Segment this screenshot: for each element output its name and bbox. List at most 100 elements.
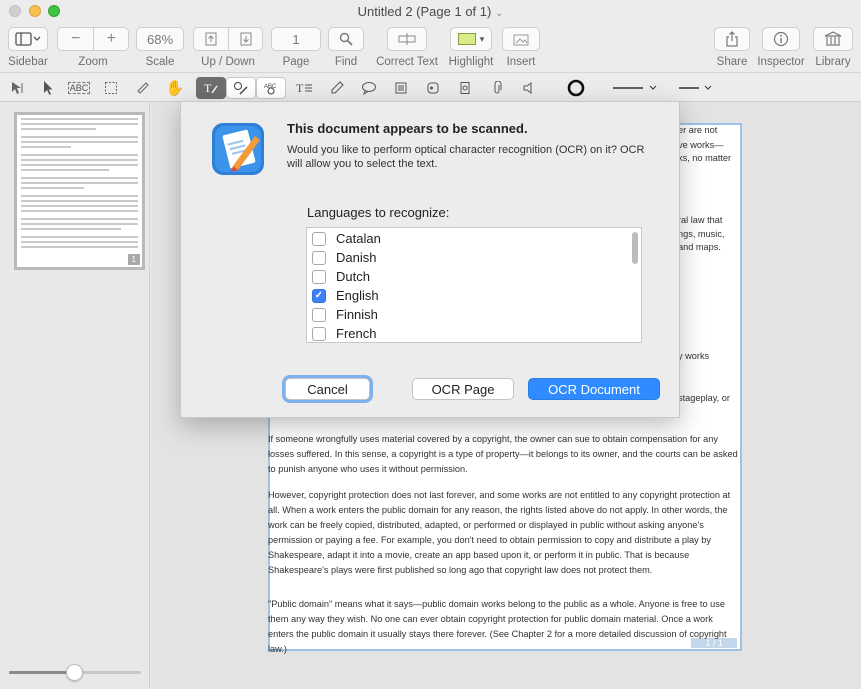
- text-box-tool[interactable]: T: [290, 77, 318, 99]
- highlight-swatch-icon: [457, 33, 476, 45]
- language-row-french[interactable]: French: [307, 324, 377, 342]
- line-width-popup[interactable]: [610, 77, 660, 99]
- text-fragment: ks, no matter: [678, 153, 732, 163]
- measure-tool[interactable]: [129, 77, 157, 99]
- title-chevron-icon: ⌄: [494, 8, 504, 19]
- language-checkbox[interactable]: [312, 231, 326, 246]
- paragraph-text: "Public domain" means what it says—publi…: [268, 599, 727, 654]
- language-row-english[interactable]: ✓ English: [307, 286, 379, 305]
- thumbnail-sidebar: 1: [0, 102, 150, 689]
- ocr-edit-tool[interactable]: ABC: [256, 77, 286, 99]
- sidebar-toggle-button[interactable]: [8, 27, 48, 51]
- draw-shape-tool[interactable]: [226, 77, 256, 99]
- box-tool[interactable]: [419, 77, 447, 99]
- zoom-in-button[interactable]: +: [93, 28, 128, 50]
- insert-label: Insert: [506, 56, 536, 68]
- paragraph-text: If someone wrongfully uses material cove…: [268, 434, 738, 474]
- languages-list[interactable]: Catalan Danish Dutch ✓ English Finnish F…: [306, 227, 642, 343]
- note-tool[interactable]: [387, 77, 415, 99]
- hand-icon: ✋: [165, 80, 185, 97]
- language-row-dutch[interactable]: Dutch: [307, 267, 370, 286]
- text-box-icon: T: [296, 81, 312, 95]
- ocr-document-button[interactable]: OCR Document: [528, 378, 660, 400]
- page-up-button[interactable]: [194, 28, 228, 50]
- select-tool[interactable]: [34, 77, 62, 99]
- ocr-dialog: This document appears to be scanned. Wou…: [180, 101, 680, 418]
- highlight-button[interactable]: ▾: [450, 27, 492, 51]
- language-row-danish[interactable]: Danish: [307, 248, 376, 267]
- stroke-circle-icon: [567, 79, 585, 97]
- languages-scrollbar[interactable]: [632, 232, 638, 264]
- text-select-cursor-icon: [12, 82, 23, 94]
- line-style-icon: [679, 85, 712, 90]
- attachment-tool[interactable]: [483, 77, 511, 99]
- text-fragment: ngs, music,: [678, 229, 725, 239]
- comment-tool[interactable]: [355, 77, 383, 99]
- language-row-finnish[interactable]: Finnish: [307, 305, 378, 324]
- ocr-page-button[interactable]: OCR Page: [412, 378, 514, 400]
- rounded-box-icon: [427, 82, 439, 94]
- language-checkbox[interactable]: [312, 307, 326, 322]
- language-row-catalan[interactable]: Catalan: [307, 229, 381, 248]
- info-icon: [773, 31, 789, 47]
- language-name: English: [336, 288, 379, 303]
- hand-tool[interactable]: ✋: [161, 77, 189, 99]
- svg-text:ABC: ABC: [264, 84, 277, 90]
- language-name: Catalan: [336, 231, 381, 246]
- page-down-button[interactable]: [228, 28, 262, 50]
- language-checkbox[interactable]: ✓: [312, 288, 326, 303]
- abc-edit-icon: ABC: [264, 84, 277, 95]
- language-name: Dutch: [336, 269, 370, 284]
- correct-text-label: Correct Text: [376, 56, 438, 68]
- page-label: Page: [282, 56, 310, 68]
- audio-tool[interactable]: [515, 77, 543, 99]
- pen-shape-icon: [234, 82, 248, 95]
- find-button[interactable]: [328, 27, 364, 51]
- window-title[interactable]: Untitled 2 (Page 1 of 1) ⌄: [0, 4, 861, 19]
- thumbnail-slider-knob[interactable]: [66, 664, 83, 681]
- text-box-select-tool[interactable]: ABC: [65, 77, 93, 99]
- link-tool[interactable]: [451, 77, 479, 99]
- rect-select-tool[interactable]: [97, 77, 125, 99]
- svg-text:T: T: [296, 81, 304, 95]
- language-checkbox[interactable]: [312, 269, 326, 284]
- sidebar-icon: [15, 32, 41, 46]
- window-title-text: Untitled 2 (Page 1 of 1): [357, 4, 492, 19]
- share-button[interactable]: [714, 27, 750, 51]
- text-fragment: y works: [678, 351, 710, 361]
- svg-text:T: T: [204, 81, 212, 95]
- insert-button[interactable]: [502, 27, 540, 51]
- highlighter-icon: [331, 81, 344, 94]
- correct-text-button[interactable]: [387, 27, 427, 51]
- search-icon: [339, 32, 353, 46]
- library-button[interactable]: [813, 27, 853, 51]
- page-field[interactable]: 1: [271, 27, 321, 51]
- abc-select-icon: ABC: [67, 82, 91, 94]
- line-style-popup[interactable]: [676, 77, 716, 99]
- highlighter-tool[interactable]: [323, 77, 351, 99]
- text-fragment: and maps.: [678, 242, 721, 252]
- language-name: French: [336, 326, 377, 341]
- text-annotation-tool[interactable]: T: [196, 77, 226, 99]
- thumbnail-page-number: 1: [127, 254, 140, 265]
- stroke-color-well[interactable]: [562, 77, 590, 99]
- language-checkbox[interactable]: [312, 326, 326, 341]
- page-thumbnail[interactable]: 1: [14, 112, 145, 270]
- text-selection-tool[interactable]: [4, 77, 32, 99]
- marquee-icon: [105, 82, 117, 94]
- dialog-title: This document appears to be scanned.: [287, 121, 528, 136]
- languages-label: Languages to recognize:: [307, 205, 450, 220]
- language-checkbox[interactable]: [312, 250, 326, 265]
- inspector-button[interactable]: [762, 27, 800, 51]
- cancel-button[interactable]: Cancel: [285, 378, 370, 400]
- text-fragment: ral law that: [678, 215, 723, 225]
- text-fragment: ve works—: [678, 140, 724, 150]
- zoom-out-button[interactable]: −: [58, 28, 93, 50]
- scale-field[interactable]: 68%: [136, 27, 184, 51]
- insert-image-icon: [513, 34, 529, 46]
- updown-label: Up / Down: [201, 56, 255, 68]
- line-width-icon: [613, 85, 657, 90]
- title-bar: Untitled 2 (Page 1 of 1) ⌄: [0, 0, 861, 24]
- page-updown-control: [193, 27, 263, 51]
- scale-label: Scale: [145, 56, 175, 68]
